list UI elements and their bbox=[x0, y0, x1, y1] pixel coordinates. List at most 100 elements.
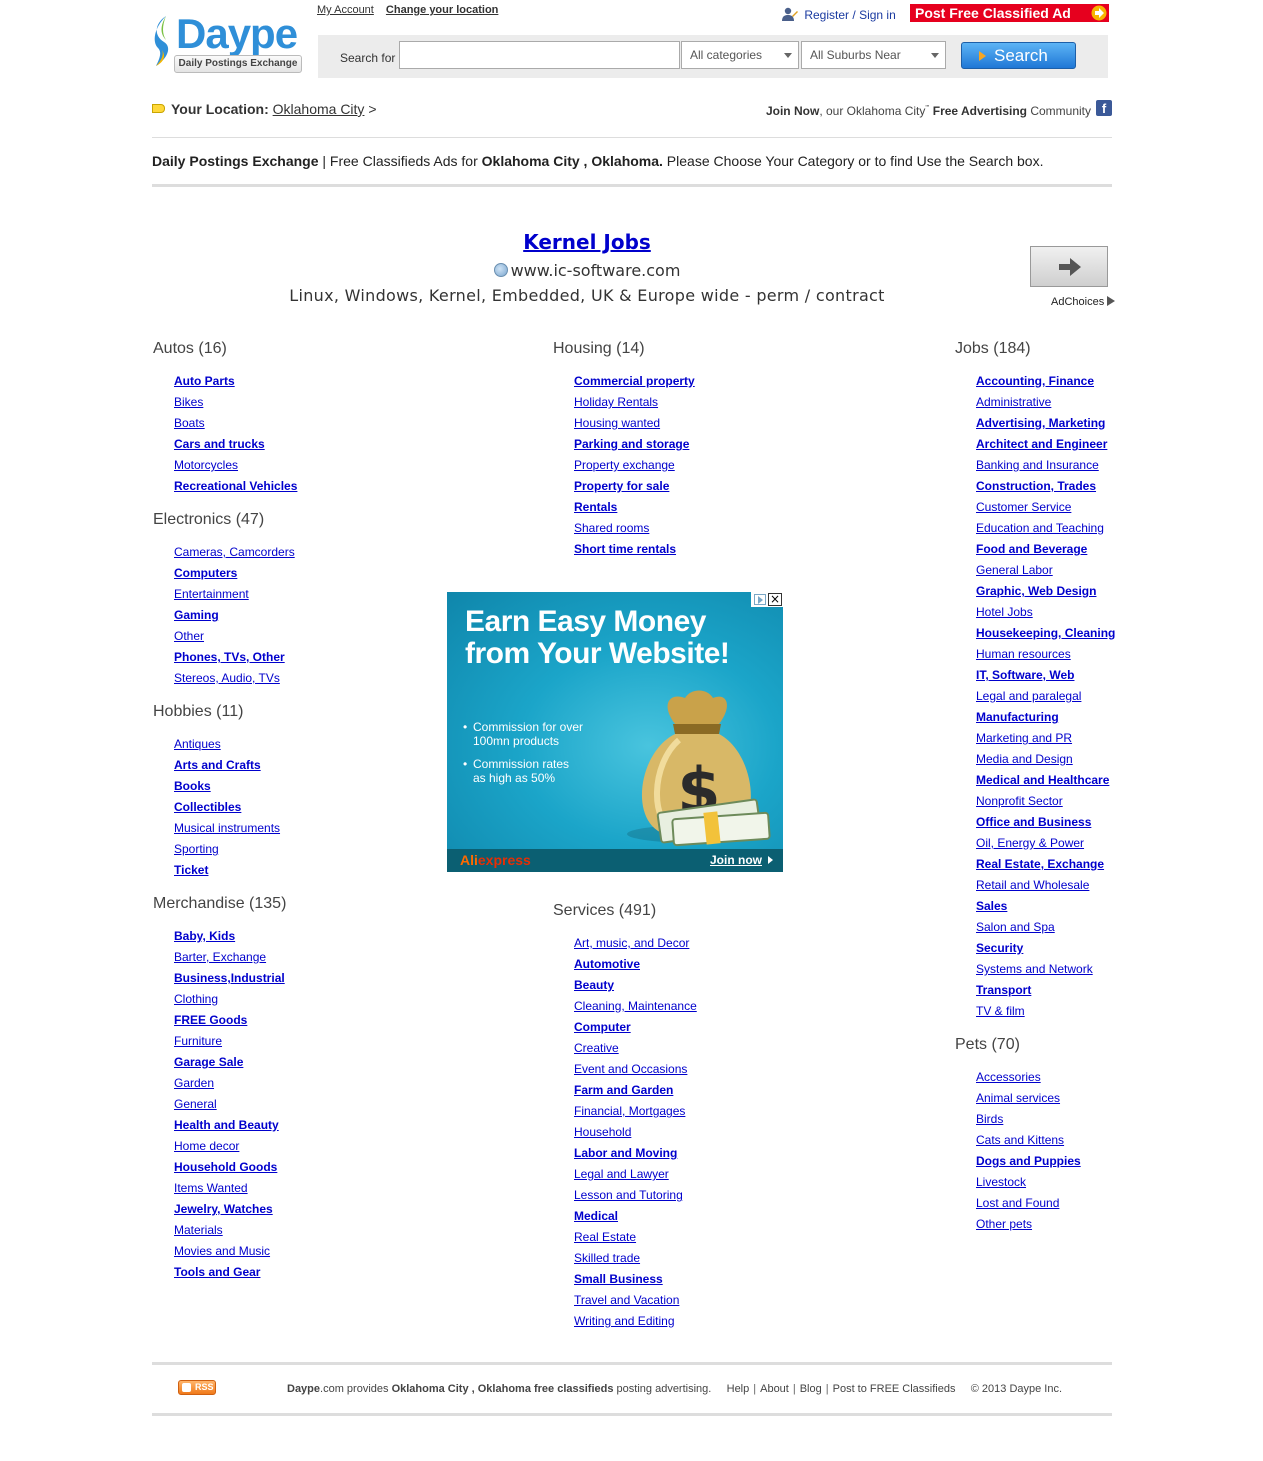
subcategory-link[interactable]: Entertainment bbox=[174, 587, 249, 601]
subcategory-link[interactable]: Marketing and PR bbox=[976, 731, 1072, 745]
subcategory-link[interactable]: Medical and Healthcare bbox=[976, 773, 1109, 787]
ad-info-icon[interactable] bbox=[754, 594, 766, 605]
subcategory-link[interactable]: Bikes bbox=[174, 395, 203, 409]
subcategory-link[interactable]: Livestock bbox=[976, 1175, 1026, 1189]
subcategory-link[interactable]: Banking and Insurance bbox=[976, 458, 1099, 472]
change-location-link[interactable]: Change your location bbox=[386, 4, 498, 16]
subcategory-link[interactable]: IT, Software, Web bbox=[976, 668, 1074, 682]
subcategory-link[interactable]: Tools and Gear bbox=[174, 1265, 260, 1279]
subcategory-link[interactable]: Stereos, Audio, TVs bbox=[174, 671, 280, 685]
category-title[interactable]: Jobs (184) bbox=[955, 338, 1031, 359]
subcategory-link[interactable]: Health and Beauty bbox=[174, 1118, 279, 1132]
subcategory-link[interactable]: Graphic, Web Design bbox=[976, 584, 1096, 598]
category-title[interactable]: Autos (16) bbox=[153, 338, 227, 359]
facebook-icon[interactable]: f bbox=[1096, 100, 1112, 116]
subcategory-link[interactable]: Garden bbox=[174, 1076, 214, 1090]
search-button[interactable]: Search bbox=[961, 42, 1076, 69]
subcategory-link[interactable]: Books bbox=[174, 779, 211, 793]
category-title[interactable]: Electronics (47) bbox=[153, 509, 264, 530]
subcategory-link[interactable]: Education and Teaching bbox=[976, 521, 1104, 535]
category-title[interactable]: Housing (14) bbox=[553, 338, 645, 359]
adchoices-link[interactable]: AdChoices bbox=[1051, 296, 1116, 308]
subcategory-link[interactable]: Cats and Kittens bbox=[976, 1133, 1064, 1147]
subcategory-link[interactable]: Housing wanted bbox=[574, 416, 660, 430]
subcategory-link[interactable]: Construction, Trades bbox=[976, 479, 1096, 493]
subcategory-link[interactable]: Other bbox=[174, 629, 204, 643]
subcategory-link[interactable]: Sales bbox=[976, 899, 1007, 913]
subcategory-link[interactable]: Dogs and Puppies bbox=[976, 1154, 1081, 1168]
subcategory-link[interactable]: Real Estate bbox=[574, 1230, 636, 1244]
subcategory-link[interactable]: Office and Business bbox=[976, 815, 1091, 829]
subcategory-link[interactable]: Birds bbox=[976, 1112, 1003, 1126]
subcategory-link[interactable]: Clothing bbox=[174, 992, 218, 1006]
rss-icon[interactable]: RSS bbox=[178, 1380, 216, 1395]
subcategory-link[interactable]: Cars and trucks bbox=[174, 437, 265, 451]
subcategory-link[interactable]: Transport bbox=[976, 983, 1031, 997]
subcategory-link[interactable]: Shared rooms bbox=[574, 521, 649, 535]
subcategory-link[interactable]: Antiques bbox=[174, 737, 221, 751]
subcategory-link[interactable]: Oil, Energy & Power bbox=[976, 836, 1084, 850]
category-title[interactable]: Hobbies (11) bbox=[153, 701, 243, 722]
footer-link-post[interactable]: Post to FREE Classifieds bbox=[833, 1383, 956, 1395]
location-city-link[interactable]: Oklahoma City bbox=[273, 101, 365, 117]
subcategory-link[interactable]: Recreational Vehicles bbox=[174, 479, 297, 493]
subcategory-link[interactable]: Skilled trade bbox=[574, 1251, 640, 1265]
category-select[interactable]: All categories bbox=[681, 41, 799, 69]
subcategory-link[interactable]: Labor and Moving bbox=[574, 1146, 677, 1160]
subcategory-link[interactable]: Accessories bbox=[976, 1070, 1041, 1084]
subcategory-link[interactable]: Automotive bbox=[574, 957, 640, 971]
subcategory-link[interactable]: Household bbox=[574, 1125, 631, 1139]
subcategory-link[interactable]: Salon and Spa bbox=[976, 920, 1055, 934]
close-icon[interactable]: × bbox=[768, 593, 782, 606]
subcategory-link[interactable]: Ticket bbox=[174, 863, 208, 877]
signin-link[interactable]: Sign in bbox=[859, 8, 896, 22]
subcategory-link[interactable]: Cameras, Camcorders bbox=[174, 545, 295, 559]
subcategory-link[interactable]: Accounting, Finance bbox=[976, 374, 1094, 388]
subcategory-link[interactable]: Home decor bbox=[174, 1139, 239, 1153]
subcategory-link[interactable]: Financial, Mortgages bbox=[574, 1104, 685, 1118]
subcategory-link[interactable]: Phones, TVs, Other bbox=[174, 650, 285, 664]
subcategory-link[interactable]: Lost and Found bbox=[976, 1196, 1059, 1210]
subcategory-link[interactable]: Real Estate, Exchange bbox=[976, 857, 1104, 871]
subcategory-link[interactable]: Security bbox=[976, 941, 1023, 955]
join-now-button[interactable]: Join now bbox=[710, 853, 773, 867]
daype-logo[interactable]: Daype Daily Postings Exchange bbox=[152, 10, 304, 74]
ad-url[interactable]: www.ic-software.com bbox=[152, 261, 1022, 280]
subcategory-link[interactable]: Lesson and Tutoring bbox=[574, 1188, 683, 1202]
subcategory-link[interactable]: Movies and Music bbox=[174, 1244, 270, 1258]
subcategory-link[interactable]: Materials bbox=[174, 1223, 223, 1237]
subcategory-link[interactable]: Items Wanted bbox=[174, 1181, 248, 1195]
subcategory-link[interactable]: Administrative bbox=[976, 395, 1051, 409]
category-title[interactable]: Services (491) bbox=[553, 900, 656, 921]
category-title[interactable]: Merchandise (135) bbox=[153, 893, 286, 914]
subcategory-link[interactable]: Travel and Vacation bbox=[574, 1293, 679, 1307]
subcategory-link[interactable]: Household Goods bbox=[174, 1160, 277, 1174]
subcategory-link[interactable]: Cleaning, Maintenance bbox=[574, 999, 697, 1013]
subcategory-link[interactable]: Nonprofit Sector bbox=[976, 794, 1063, 808]
subcategory-link[interactable]: FREE Goods bbox=[174, 1013, 247, 1027]
suburb-select[interactable]: All Suburbs Near bbox=[801, 41, 946, 69]
subcategory-link[interactable]: Art, music, and Decor bbox=[574, 936, 689, 950]
ad-title-link[interactable]: Kernel Jobs bbox=[152, 230, 1022, 254]
subcategory-link[interactable]: Manufacturing bbox=[976, 710, 1059, 724]
subcategory-link[interactable]: Gaming bbox=[174, 608, 219, 622]
banner-ad[interactable]: Earn Easy Money from Your Website! Commi… bbox=[447, 592, 783, 872]
register-link[interactable]: Register bbox=[804, 8, 849, 22]
subcategory-link[interactable]: Animal services bbox=[976, 1091, 1060, 1105]
subcategory-link[interactable]: Rentals bbox=[574, 500, 617, 514]
subcategory-link[interactable]: Jewelry, Watches bbox=[174, 1202, 273, 1216]
subcategory-link[interactable]: Boats bbox=[174, 416, 205, 430]
subcategory-link[interactable]: Baby, Kids bbox=[174, 929, 235, 943]
subcategory-link[interactable]: Farm and Garden bbox=[574, 1083, 673, 1097]
footer-link-blog[interactable]: Blog bbox=[800, 1383, 822, 1395]
subcategory-link[interactable]: Housekeeping, Cleaning bbox=[976, 626, 1115, 640]
post-free-ad-button[interactable]: Post Free Classified Ad bbox=[910, 4, 1109, 22]
subcategory-link[interactable]: Human resources bbox=[976, 647, 1071, 661]
search-input[interactable] bbox=[399, 41, 680, 69]
subcategory-link[interactable]: Holiday Rentals bbox=[574, 395, 658, 409]
subcategory-link[interactable]: Creative bbox=[574, 1041, 619, 1055]
subcategory-link[interactable]: Systems and Network bbox=[976, 962, 1093, 976]
subcategory-link[interactable]: Musical instruments bbox=[174, 821, 280, 835]
subcategory-link[interactable]: Sporting bbox=[174, 842, 219, 856]
subcategory-link[interactable]: Advertising, Marketing bbox=[976, 416, 1105, 430]
